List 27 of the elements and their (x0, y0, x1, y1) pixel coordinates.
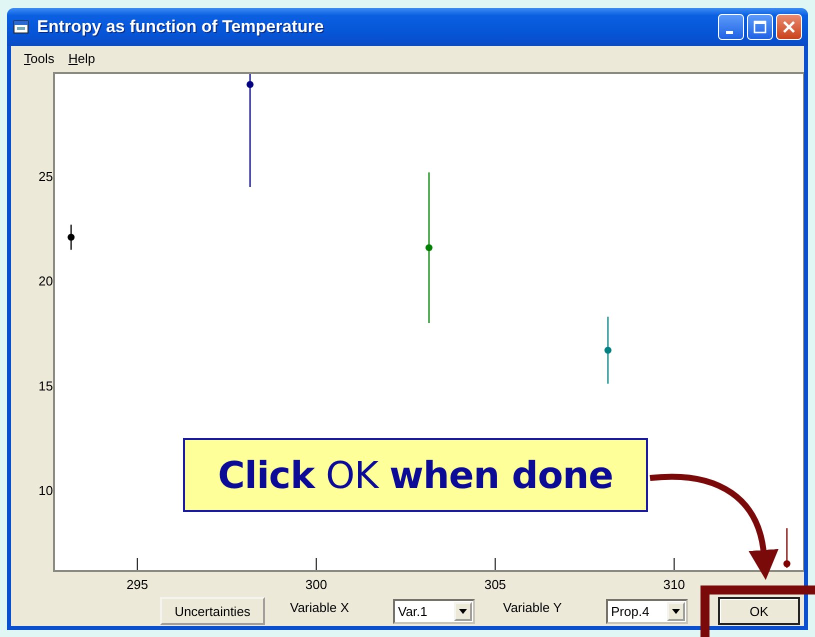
y-tick-label: 15 (38, 378, 53, 394)
minimize-icon (726, 30, 732, 34)
variable-y-label: Variable Y (503, 600, 563, 614)
x-tick-label: 305 (484, 577, 506, 592)
maximize-icon (753, 20, 767, 34)
y-tick-label: 10 (38, 482, 53, 498)
maximize-button[interactable] (747, 14, 773, 40)
y-tick-label: 25 (38, 169, 53, 184)
variable-y-dropdown[interactable]: Prop.4 (606, 598, 688, 624)
variable-x-dropdown[interactable]: Var.1 (393, 598, 475, 624)
close-icon (782, 20, 796, 34)
x-tick-label: 300 (305, 577, 328, 592)
x-tick-label: 295 (126, 577, 148, 592)
window-icon (13, 20, 29, 34)
minimize-button[interactable] (718, 14, 744, 40)
menu-item[interactable]: Tools (17, 50, 62, 66)
y-tick-label: 20 (38, 274, 53, 289)
ok-button[interactable]: OK (718, 597, 800, 625)
caret-icon (672, 608, 680, 614)
variable-x-label: Variable X (290, 600, 350, 614)
close-button[interactable] (776, 14, 802, 40)
menu-item[interactable]: Help (61, 50, 102, 66)
x-tick-label: 310 (663, 577, 685, 592)
caret-icon (459, 608, 467, 614)
callout-text: Click OK when done (218, 454, 614, 496)
window-title: Entropy as function of Temperature (37, 17, 325, 37)
uncertainties-button[interactable]: Uncertainties (160, 597, 265, 625)
